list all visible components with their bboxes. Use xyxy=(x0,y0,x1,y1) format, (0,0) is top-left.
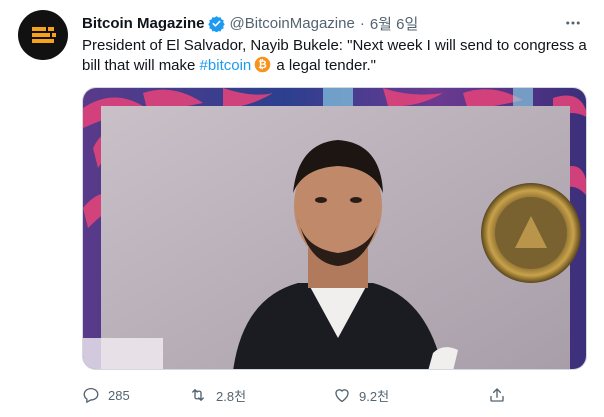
author-name[interactable]: Bitcoin Magazine xyxy=(82,15,205,32)
tweet-date[interactable]: 6월 6일 xyxy=(370,13,418,34)
like-count: 9.2천 xyxy=(359,388,390,404)
verified-badge-icon xyxy=(207,15,225,32)
heart-icon xyxy=(335,389,349,403)
tweet-media-image[interactable] xyxy=(82,87,587,370)
tweet-text: President of El Salvador, Nayib Bukele: … xyxy=(82,36,587,76)
reply-icon xyxy=(83,387,99,404)
share-button[interactable] xyxy=(488,386,506,404)
reply-count: 285 xyxy=(108,387,130,403)
bitcoin-magazine-logo xyxy=(32,27,56,43)
retweet-count: 2.8천 xyxy=(216,388,247,404)
retweet-icon xyxy=(192,389,204,401)
avatar[interactable] xyxy=(18,10,68,60)
hashtag-link[interactable]: #bitcoin xyxy=(200,57,252,74)
author-handle[interactable]: @BitcoinMagazine xyxy=(230,15,355,32)
tweet-actions: 285 2.8천 9.2천 xyxy=(82,382,587,408)
tweet-text-after: a legal tender." xyxy=(272,57,376,74)
tweet-header: Bitcoin Magazine @BitcoinMagazine · 6월 6… xyxy=(82,12,584,34)
svg-text:₿: ₿ xyxy=(258,58,267,71)
share-icon xyxy=(490,388,504,402)
separator-dot: · xyxy=(359,14,365,32)
retweet-button[interactable]: 2.8천 xyxy=(188,386,246,405)
more-icon[interactable] xyxy=(562,12,584,34)
reply-button[interactable]: 285 xyxy=(82,386,130,404)
like-button[interactable]: 9.2천 xyxy=(333,386,389,405)
bitcoin-emoji-icon: ₿ xyxy=(254,56,271,73)
